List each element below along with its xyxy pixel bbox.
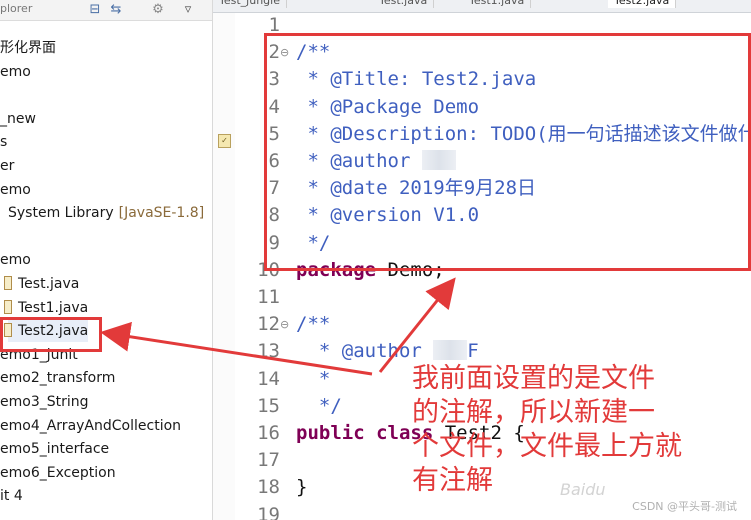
code-line[interactable]: 11 (235, 284, 751, 311)
java-file-icon (4, 299, 12, 314)
line-number: 15 (257, 394, 280, 417)
collapse-all-icon[interactable]: ⊟ (87, 2, 103, 18)
line-number: 17 (257, 449, 280, 472)
code-content: */ (296, 394, 342, 417)
callout-line: 我前面设置的是文件 (412, 363, 655, 394)
code-text: */ (296, 393, 342, 420)
tree-item-label: emo6_Exception (0, 464, 116, 481)
tree-item[interactable]: emo2_transform (0, 367, 115, 389)
task-marker-icon[interactable]: ✓ (218, 134, 231, 148)
tree-item[interactable]: 形化界面 (0, 37, 56, 59)
baidu-watermark: Baidu (560, 480, 606, 499)
filter-icon[interactable]: ⚙ (150, 2, 166, 18)
callout-line: 个文件，文件最上方就 (412, 431, 682, 462)
library-version: [JavaSE-1.8] (118, 205, 205, 222)
tree-item[interactable]: er (0, 155, 14, 177)
explorer-title: plorer (0, 2, 33, 15)
line-number: 14 (257, 367, 280, 390)
line-number: 12 (257, 313, 280, 336)
tree-item-label: emo (0, 252, 31, 269)
tree-item[interactable]: Test.java (4, 273, 80, 295)
tree-item-label: er (0, 158, 15, 174)
tree-item-label: emo (0, 181, 31, 198)
code-content: /** (296, 313, 331, 336)
editor-tab[interactable]: Test.java (373, 0, 435, 8)
editor-tab[interactable]: Test2.java (608, 0, 677, 8)
editor-ruler: ✓ (213, 13, 235, 520)
tree-item[interactable]: emo6_Exception (0, 462, 116, 484)
tree-item[interactable]: s (0, 131, 7, 153)
code-text: } (296, 474, 307, 501)
tree-item[interactable]: emo5_interface (0, 438, 109, 460)
line-number: 11 (257, 286, 280, 308)
code-text: * (296, 366, 330, 393)
code-tail: F (467, 340, 479, 363)
code-content: * (296, 367, 331, 390)
header-comment-highlight (264, 33, 751, 271)
tree-item-label: Test1.java (18, 299, 89, 316)
tree-item-label: emo (0, 63, 31, 80)
annotation-callout: 我前面设置的是文件 的注解，所以新建一 个文件，文件最上方就 有注解 (412, 362, 742, 498)
link-with-editor-icon[interactable]: ⇆ (108, 2, 124, 18)
tree-item-label: _new (0, 110, 36, 127)
tree-item[interactable]: emo (0, 61, 31, 83)
csdn-watermark: CSDN @平头哥-测试 (632, 500, 737, 513)
tree-item[interactable]: it 4 (0, 485, 23, 507)
editor-tab[interactable]: Test1.java (463, 0, 532, 8)
tree-item[interactable]: emo (0, 179, 31, 201)
tree-item-label: s (0, 134, 8, 151)
code-content: * @author (296, 340, 434, 363)
tree-item-label: Test.java (18, 276, 80, 292)
explorer-toolbar: plorer ⊟ ⇆ ⚙ ▿ (0, 0, 212, 21)
redacted-author (433, 340, 468, 361)
tree-item-label: it 4 (0, 488, 23, 505)
tree-item-label: System Library (8, 205, 114, 222)
editor-tab[interactable]: Test_jungle (213, 0, 287, 8)
fold-toggle-icon[interactable]: ⊖ (280, 311, 292, 338)
code-line[interactable]: 12 ⊖/** (235, 311, 751, 338)
tree-item-label: emo3_String (0, 394, 89, 410)
tree-item[interactable]: System Library [JavaSE-1.8] (8, 202, 204, 224)
tree-item[interactable]: _new (0, 108, 36, 130)
selected-file-highlight (0, 317, 102, 352)
tree-item-label: emo5_interface (0, 441, 110, 458)
tree-item[interactable]: emo (0, 249, 31, 271)
code-content: } (296, 476, 308, 499)
callout-line: 的注解，所以新建一 (412, 397, 655, 428)
tree-item-label: 形化界面 (0, 40, 56, 56)
package-explorer: plorer ⊟ ⇆ ⚙ ▿ 形化界面 emo _news er emo System L… (0, 0, 213, 520)
line-number: 13 (257, 340, 280, 363)
tree-item[interactable]: emo4_ArrayAndCollection (0, 415, 181, 437)
tree-item[interactable]: emo3_String (0, 391, 89, 413)
tree-item-label: emo2_transform (0, 370, 116, 387)
tree-item-label: emo4_ArrayAndCollection (0, 417, 182, 434)
tree-item[interactable]: Test1.java (4, 297, 89, 319)
code-text: /** (296, 311, 330, 338)
java-file-icon (4, 276, 12, 290)
view-menu-icon[interactable]: ▿ (180, 2, 196, 18)
line-number: 16 (257, 422, 280, 444)
line-number: 18 (257, 476, 280, 499)
line-number: 19 (257, 503, 280, 520)
